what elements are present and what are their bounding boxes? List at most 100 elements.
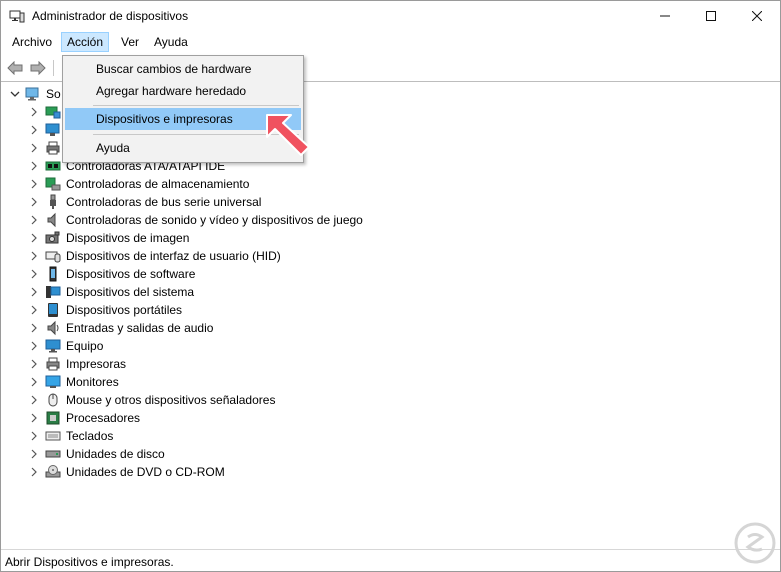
maximize-icon <box>706 11 716 21</box>
network-adapter-icon <box>45 106 61 119</box>
tree-row-label: Equipo <box>66 339 104 353</box>
expand-chevron-icon[interactable] <box>29 124 39 136</box>
menu-item-label: Dispositivos e impresoras <box>96 112 233 126</box>
forward-arrow-icon <box>30 61 46 75</box>
tree-row-computer[interactable]: Equipo <box>1 337 501 355</box>
system-devices-icon <box>46 286 61 298</box>
expand-chevron-icon[interactable] <box>29 412 39 424</box>
expand-chevron-icon[interactable] <box>29 340 39 352</box>
expand-chevron-icon[interactable] <box>29 286 39 298</box>
expand-chevron-icon[interactable] <box>29 322 39 334</box>
tree-row-label: Mouse y otros dispositivos señaladores <box>66 393 276 407</box>
tree-row-usb[interactable]: Controladoras de bus serie universal <box>1 193 501 211</box>
expand-chevron-icon[interactable] <box>29 430 39 442</box>
expand-chevron-icon[interactable] <box>29 142 39 154</box>
tree-row-label: Unidades de DVD o CD-ROM <box>66 465 225 479</box>
storage-controller-icon <box>45 177 61 191</box>
expand-chevron-icon[interactable] <box>29 214 39 226</box>
tree-row-storage[interactable]: Controladoras de almacenamiento <box>1 175 501 193</box>
tree-row-label: Monitores <box>66 375 119 389</box>
menu-item-add-legacy-hardware[interactable]: Agregar hardware heredado <box>65 80 301 102</box>
status-bar: Abrir Dispositivos e impresoras. <box>1 549 780 571</box>
expand-chevron-icon[interactable] <box>29 106 39 118</box>
expand-chevron-icon[interactable] <box>29 232 39 244</box>
tree-row-software[interactable]: Dispositivos de software <box>1 265 501 283</box>
menu-ayuda[interactable]: Ayuda <box>149 33 193 51</box>
tree-row-hid[interactable]: Dispositivos de interfaz de usuario (HID… <box>1 247 501 265</box>
disk-drive-icon <box>45 450 61 458</box>
computer-icon <box>45 339 61 353</box>
close-button[interactable] <box>734 1 780 31</box>
tree-row-system[interactable]: Dispositivos del sistema <box>1 283 501 301</box>
tree-row-label: Controladoras de bus serie universal <box>66 195 262 209</box>
annotation-arrow-icon <box>266 114 310 156</box>
back-button[interactable] <box>5 58 25 78</box>
tree-row-label: Dispositivos del sistema <box>66 285 195 299</box>
tree-row-sound[interactable]: Controladoras de sonido y vídeo y dispos… <box>1 211 501 229</box>
expand-chevron-icon[interactable] <box>29 376 39 388</box>
maximize-button[interactable] <box>688 1 734 31</box>
menu-item-scan-hardware[interactable]: Buscar cambios de hardware <box>65 58 301 80</box>
device-manager-icon <box>9 10 25 23</box>
menu-accion[interactable]: Acción <box>61 32 110 52</box>
device-manager-window: Administrador de dispositivos Archivo Ac… <box>0 0 781 572</box>
menu-bar: Archivo Acción Ver Ayuda <box>1 31 780 53</box>
tree-row-label: Dispositivos de software <box>66 267 196 281</box>
tree-row-label: Dispositivos de interfaz de usuario (HID… <box>66 249 281 263</box>
menu-item-label: Agregar hardware heredado <box>96 84 247 98</box>
ide-controller-icon <box>45 161 61 171</box>
tree-row-label: Impresoras <box>66 357 127 371</box>
menu-item-label: Ayuda <box>96 141 130 155</box>
menu-item-label: Buscar cambios de hardware <box>96 62 252 76</box>
tree-row-label: Procesadores <box>66 411 141 425</box>
tree-row-disk[interactable]: Unidades de disco <box>1 445 501 463</box>
collapse-chevron-icon[interactable] <box>9 88 21 100</box>
usb-icon <box>50 194 56 209</box>
expand-chevron-icon[interactable] <box>29 160 39 172</box>
expand-chevron-icon[interactable] <box>29 304 39 316</box>
tree-row-audio-io[interactable]: Entradas y salidas de audio <box>1 319 501 337</box>
processor-icon <box>46 411 60 425</box>
expand-chevron-icon[interactable] <box>29 178 39 190</box>
expand-chevron-icon[interactable] <box>29 196 39 208</box>
tree-row-label: Teclados <box>66 429 114 443</box>
tree-row-printers[interactable]: Impresoras <box>1 355 501 373</box>
minimize-button[interactable] <box>642 1 688 31</box>
expand-chevron-icon[interactable] <box>29 358 39 370</box>
tree-row-keyboards[interactable]: Teclados <box>1 427 501 445</box>
menu-separator <box>93 105 299 106</box>
hid-icon <box>45 251 61 263</box>
printer-queue-icon <box>46 141 60 155</box>
window-title: Administrador de dispositivos <box>32 9 189 23</box>
computer-icon <box>25 87 39 101</box>
tree-row-label: Unidades de disco <box>66 447 165 461</box>
title-bar: Administrador de dispositivos <box>1 1 780 31</box>
monitor-icon <box>45 375 61 388</box>
portable-device-icon <box>48 303 58 317</box>
mouse-icon <box>48 393 58 407</box>
expand-chevron-icon[interactable] <box>29 250 39 262</box>
printer-icon <box>46 357 60 371</box>
expand-chevron-icon[interactable] <box>29 448 39 460</box>
tree-row-mouse[interactable]: Mouse y otros dispositivos señaladores <box>1 391 501 409</box>
audio-io-icon <box>47 320 59 336</box>
menu-archivo[interactable]: Archivo <box>7 33 57 51</box>
expand-chevron-icon[interactable] <box>29 466 39 478</box>
speaker-icon <box>47 212 56 228</box>
toolbar-separator <box>53 60 54 76</box>
display-adapter-icon <box>45 123 60 136</box>
tree-row-portable[interactable]: Dispositivos portátiles <box>1 301 501 319</box>
tree-row-imaging[interactable]: Dispositivos de imagen <box>1 229 501 247</box>
menu-ver[interactable]: Ver <box>116 33 144 51</box>
back-arrow-icon <box>7 61 23 75</box>
forward-button[interactable] <box>28 58 48 78</box>
tree-row-monitors[interactable]: Monitores <box>1 373 501 391</box>
tree-row-processors[interactable]: Procesadores <box>1 409 501 427</box>
expand-chevron-icon[interactable] <box>29 394 39 406</box>
expand-chevron-icon[interactable] <box>29 268 39 280</box>
status-text: Abrir Dispositivos e impresoras. <box>5 555 174 569</box>
tree-row-label: Controladoras de sonido y vídeo y dispos… <box>66 213 363 227</box>
tree-row-dvd[interactable]: Unidades de DVD o CD-ROM <box>1 463 501 481</box>
software-device-icon <box>49 266 57 282</box>
watermark-logo-icon <box>734 522 776 564</box>
